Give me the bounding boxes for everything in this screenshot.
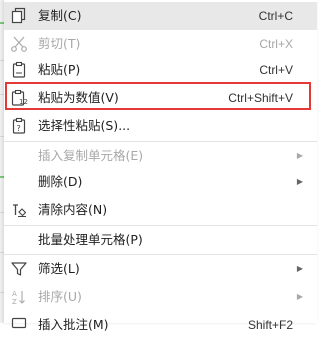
menu-item-paste-special[interactable]: ? 选择性粘贴(S)... [4, 112, 317, 140]
menu-item-batch-process-cells[interactable]: 批量处理单元格(P) [4, 226, 317, 254]
menu-item-label: 粘贴(P) [38, 62, 81, 77]
menu-item-shortcut: Ctrl+Shift+V [228, 91, 293, 105]
menu-item-label: 选择性粘贴(S)... [38, 118, 131, 133]
paste-values-icon: 12 [10, 89, 28, 107]
menu-item-clear-contents[interactable]: 清除内容(N) [4, 196, 317, 224]
menu-item-insert-comment[interactable]: 插入批注(M) Shift+F2 [4, 311, 317, 339]
menu-item-delete[interactable]: 删除(D) ▶ [4, 168, 317, 196]
svg-text:A: A [12, 290, 17, 298]
menu-item-shortcut: Ctrl+X [259, 37, 293, 51]
menu-item-label: 批量处理单元格(P) [38, 232, 143, 247]
paste-icon [10, 61, 28, 79]
svg-text:Z: Z [12, 298, 17, 306]
menu-item-label: 粘贴为数值(V) [38, 90, 119, 105]
submenu-arrow-icon: ▶ [296, 292, 303, 301]
menu-item-label: 插入复制单元格(E) [38, 148, 144, 163]
menu-item-paste-as-values[interactable]: 12 粘贴为数值(V) Ctrl+Shift+V [4, 84, 317, 112]
submenu-arrow-icon: ▶ [296, 151, 303, 160]
submenu-arrow-icon: ▶ [296, 177, 303, 186]
menu-item-sort[interactable]: A Z 排序(U) ▶ [4, 283, 317, 311]
paste-special-icon: ? [10, 117, 28, 135]
copy-icon [10, 7, 28, 25]
submenu-arrow-icon: ▶ [296, 264, 303, 273]
menu-item-shortcut: Ctrl+C [258, 9, 293, 23]
svg-text:12: 12 [19, 98, 28, 106]
menu-item-label: 筛选(L) [38, 261, 80, 276]
eraser-icon [10, 201, 28, 219]
menu-item-label: 排序(U) [38, 289, 82, 304]
context-menu: 复制(C) Ctrl+C 剪切(T) Ctrl+X 粘贴(P) Ctrl+V 1… [4, 0, 317, 332]
menu-item-label: 删除(D) [38, 174, 83, 189]
menu-item-shortcut: Shift+F2 [247, 318, 293, 332]
menu-item-cut[interactable]: 剪切(T) Ctrl+X [4, 30, 317, 58]
scissors-icon [10, 35, 28, 53]
menu-item-filter[interactable]: 筛选(L) ▶ [4, 255, 317, 283]
menu-item-label: 剪切(T) [38, 36, 81, 51]
sort-icon: A Z [10, 288, 28, 306]
menu-item-copy[interactable]: 复制(C) Ctrl+C [4, 2, 317, 30]
filter-icon [10, 260, 28, 278]
menu-item-label: 插入批注(M) [38, 317, 109, 332]
comment-icon [10, 316, 28, 334]
menu-item-label: 清除内容(N) [38, 202, 108, 217]
menu-item-insert-copied-cells[interactable]: 插入复制单元格(E) ▶ [4, 142, 317, 170]
svg-text:?: ? [17, 124, 21, 133]
menu-item-paste[interactable]: 粘贴(P) Ctrl+V [4, 56, 317, 84]
menu-item-shortcut: Ctrl+V [259, 63, 293, 77]
menu-item-label: 复制(C) [38, 8, 82, 23]
